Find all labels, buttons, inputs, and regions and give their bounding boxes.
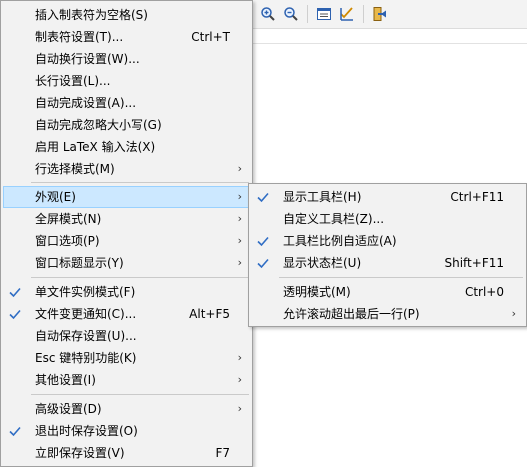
menu-item-shortcut: Ctrl+F11: [450, 190, 504, 204]
chevron-right-icon: ›: [237, 373, 242, 386]
menu-item-shortcut: Ctrl+T: [191, 30, 230, 44]
chevron-right-icon: ›: [237, 190, 242, 203]
menu-item-line-selection-mode[interactable]: 行选择模式(M) ›: [3, 158, 250, 180]
submenu-item-toolbar-auto-scale[interactable]: 工具栏比例自适应(A): [251, 230, 524, 252]
submenu-item-scroll-past-last-line[interactable]: 允许滚动超出最后一行(P) ›: [251, 303, 524, 325]
checkmark-icon: [257, 192, 269, 203]
menu-item-shortcut: Ctrl+0: [464, 285, 504, 299]
menu-item-save-settings-on-exit[interactable]: 退出时保存设置(O): [3, 420, 250, 442]
chevron-right-icon: ›: [237, 256, 242, 269]
menu-item-label: 立即保存设置(V): [35, 446, 125, 460]
submenu-item-transparent-mode[interactable]: 透明模式(M) Ctrl+0: [251, 281, 524, 303]
menu-item-autocomplete-ignore-case[interactable]: 自动完成忽略大小写(G): [3, 114, 250, 136]
menu-item-insert-tabs-as-spaces[interactable]: 插入制表符为空格(S): [3, 4, 250, 26]
menu-item-label: 透明模式(M): [283, 285, 351, 299]
menu-item-window-options[interactable]: 窗口选项(P) ›: [3, 230, 250, 252]
menu-item-label: 单文件实例模式(F): [35, 285, 136, 299]
menu-item-shortcut: F7: [215, 446, 230, 460]
menu-item-label: 自动完成忽略大小写(G): [35, 118, 162, 132]
menu-item-other-settings[interactable]: 其他设置(I) ›: [3, 369, 250, 391]
checkmark-icon: [257, 236, 269, 247]
menu-item-fullscreen-mode[interactable]: 全屏模式(N) ›: [3, 208, 250, 230]
menu-item-label: 外观(E): [35, 190, 76, 204]
menu-separator: [279, 277, 523, 278]
menu-item-label: 行选择模式(M): [35, 162, 115, 176]
menu-item-label: Esc 键特别功能(K): [35, 351, 137, 365]
menu-item-label: 文件变更通知(C)...: [35, 307, 137, 321]
menu-item-label: 退出时保存设置(O): [35, 424, 138, 438]
menu-item-label: 自动换行设置(W)...: [35, 52, 140, 66]
zoom-out-icon[interactable]: [281, 4, 301, 24]
menu-separator: [31, 182, 249, 183]
menu-item-enable-latex-input[interactable]: 启用 LaTeX 输入法(X): [3, 136, 250, 158]
chevron-right-icon: ›: [237, 162, 242, 175]
appearance-submenu: 显示工具栏(H) Ctrl+F11 自定义工具栏(Z)... 工具栏比例自适应(…: [248, 183, 527, 327]
chevron-right-icon: ›: [237, 234, 242, 247]
chevron-right-icon: ›: [237, 212, 242, 225]
menu-item-label: 插入制表符为空格(S): [35, 8, 148, 22]
menu-separator: [31, 394, 249, 395]
menu-item-autocomplete-settings[interactable]: 自动完成设置(A)...: [3, 92, 250, 114]
checkmark-icon: [9, 426, 21, 437]
menu-item-shortcut: Shift+F11: [444, 256, 504, 270]
menu-item-label: 全屏模式(N): [35, 212, 102, 226]
menu-item-advanced-settings[interactable]: 高级设置(D) ›: [3, 398, 250, 420]
view-options-icon[interactable]: [314, 4, 334, 24]
menu-item-save-settings-now[interactable]: 立即保存设置(V) F7: [3, 442, 250, 464]
menu-item-label: 窗口选项(P): [35, 234, 100, 248]
menu-item-single-instance-mode[interactable]: 单文件实例模式(F): [3, 281, 250, 303]
menu-item-label: 显示状态栏(U): [283, 256, 362, 270]
menu-item-label: 其他设置(I): [35, 373, 96, 387]
menu-item-long-line-settings[interactable]: 长行设置(L)...: [3, 70, 250, 92]
menu-item-label: 允许滚动超出最后一行(P): [283, 307, 420, 321]
edit-check-icon[interactable]: [337, 4, 357, 24]
menu-item-file-change-notification[interactable]: 文件变更通知(C)... Alt+F5: [3, 303, 250, 325]
menu-item-tab-settings[interactable]: 制表符设置(T)... Ctrl+T: [3, 26, 250, 48]
menu-item-label: 窗口标题显示(Y): [35, 256, 124, 270]
menu-item-window-title-display[interactable]: 窗口标题显示(Y) ›: [3, 252, 250, 274]
settings-menu: 插入制表符为空格(S) 制表符设置(T)... Ctrl+T 自动换行设置(W)…: [0, 0, 253, 467]
menu-item-label: 长行设置(L)...: [35, 74, 111, 88]
zoom-in-icon[interactable]: [258, 4, 278, 24]
checkmark-icon: [9, 309, 21, 320]
menu-item-label: 制表符设置(T)...: [35, 30, 124, 44]
menu-item-label: 显示工具栏(H): [283, 190, 362, 204]
submenu-item-show-statusbar[interactable]: 显示状态栏(U) Shift+F11: [251, 252, 524, 274]
ruler: [253, 29, 527, 44]
menu-item-esc-key-function[interactable]: Esc 键特别功能(K) ›: [3, 347, 250, 369]
submenu-item-show-toolbar[interactable]: 显示工具栏(H) Ctrl+F11: [251, 186, 524, 208]
toolbar-separator: [363, 5, 364, 23]
app-toolbar: [253, 0, 527, 29]
menu-item-label: 高级设置(D): [35, 402, 102, 416]
chevron-right-icon: ›: [237, 402, 242, 415]
checkmark-icon: [257, 258, 269, 269]
menu-item-label: 自动保存设置(U)...: [35, 329, 137, 343]
menu-item-label: 启用 LaTeX 输入法(X): [35, 140, 156, 154]
menu-separator: [31, 277, 249, 278]
checkmark-icon: [9, 287, 21, 298]
submenu-item-customize-toolbar[interactable]: 自定义工具栏(Z)...: [251, 208, 524, 230]
menu-item-label: 自定义工具栏(Z)...: [283, 212, 385, 226]
menu-item-appearance[interactable]: 外观(E) ›: [3, 186, 250, 208]
menu-item-autosave-settings[interactable]: 自动保存设置(U)...: [3, 325, 250, 347]
menu-item-shortcut: Alt+F5: [189, 307, 230, 321]
menu-item-label: 自动完成设置(A)...: [35, 96, 137, 110]
menu-item-label: 工具栏比例自适应(A): [283, 234, 397, 248]
toolbar-separator: [307, 5, 308, 23]
menu-item-word-wrap-settings[interactable]: 自动换行设置(W)...: [3, 48, 250, 70]
chevron-right-icon: ›: [237, 351, 242, 364]
chevron-right-icon: ›: [511, 307, 516, 320]
exit-icon[interactable]: [370, 4, 390, 24]
